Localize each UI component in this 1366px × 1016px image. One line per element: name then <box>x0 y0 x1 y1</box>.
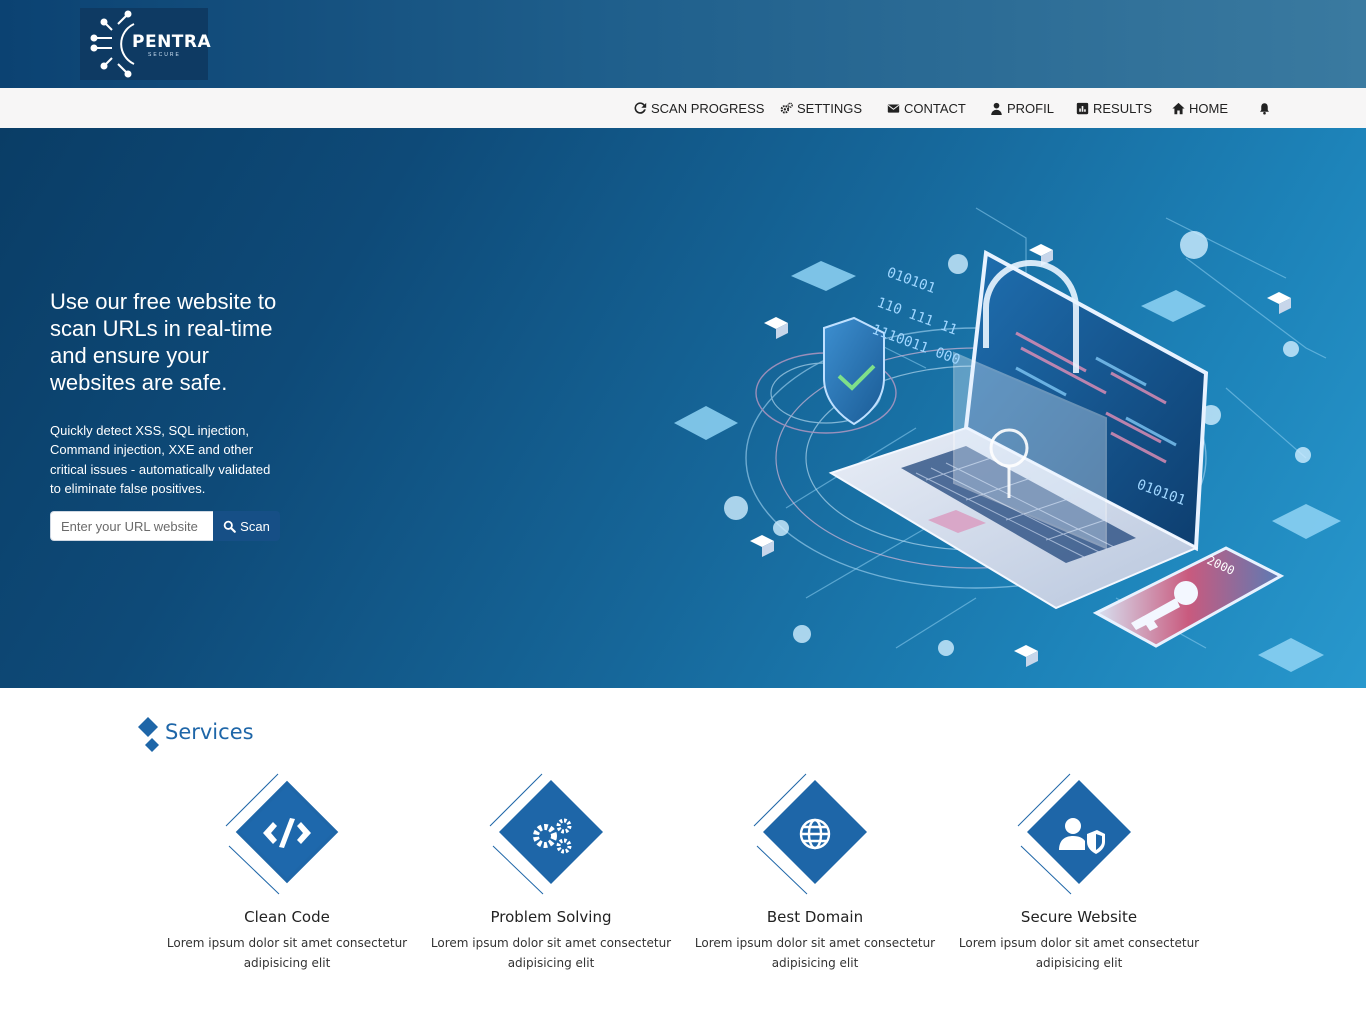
bell-icon <box>1260 102 1269 115</box>
service-text: Lorem ipsum dolor sit amet consectetur a… <box>694 936 936 970</box>
hero-section: Use our free website to scan URLs in rea… <box>0 128 1366 688</box>
service-text: Lorem ipsum dolor sit amet consectetur a… <box>430 936 672 970</box>
nav-contact[interactable]: CONTACT <box>887 88 966 128</box>
brand-name: PENTRA <box>132 32 212 52</box>
nav-scan-progress[interactable]: SCAN PROGRESS <box>634 88 764 128</box>
service-title: Clean Code <box>244 908 330 926</box>
security-illustration: 010101 110 111 11 1110011 000 010101 200… <box>674 207 1341 672</box>
service-title: Problem Solving <box>490 908 612 926</box>
service-card-secure-website[interactable]: Secure Website Lorem ipsum dolor sit ame… <box>947 770 1211 980</box>
service-diamond <box>1017 773 1131 895</box>
envelope-icon <box>887 103 900 113</box>
service-card-best-domain[interactable]: Best Domain Lorem ipsum dolor sit amet c… <box>683 770 947 980</box>
nav-label: HOME <box>1189 100 1228 116</box>
bar-chart-icon <box>1076 102 1089 114</box>
nav-label: SETTINGS <box>797 100 863 116</box>
url-search-input[interactable] <box>50 511 213 541</box>
gears-icon <box>780 102 793 114</box>
hero-description: Quickly detect XSS, SQL injection, Comma… <box>50 423 271 496</box>
main-navbar: SCAN PROGRESS SETTINGS CONTACT PROFIL RE… <box>0 88 1366 128</box>
home-icon <box>1172 102 1185 114</box>
brand-logo[interactable]: PENTRA SECURE <box>80 8 212 80</box>
service-text: Lorem ipsum dolor sit amet consectetur a… <box>958 936 1200 970</box>
nav-label: CONTACT <box>904 100 966 116</box>
scan-label: Scan <box>240 518 270 534</box>
top-header: PENTRA SECURE <box>0 0 1366 88</box>
nav-results[interactable]: RESULTS <box>1076 88 1152 128</box>
nav-home[interactable]: HOME <box>1172 88 1228 128</box>
services-heading: Services <box>165 720 254 744</box>
refresh-icon <box>634 101 647 114</box>
nav-profil[interactable]: PROFIL <box>990 88 1054 128</box>
search-icon <box>223 520 237 533</box>
service-title: Best Domain <box>766 908 864 926</box>
notifications-button[interactable] <box>1258 88 1271 128</box>
services-logo-icon <box>138 717 159 752</box>
service-card-clean-code[interactable]: Clean Code Lorem ipsum dolor sit amet co… <box>155 770 419 980</box>
nav-label: RESULTS <box>1093 100 1152 116</box>
service-diamond <box>753 773 867 895</box>
service-text: Lorem ipsum dolor sit amet consectetur a… <box>166 936 408 970</box>
user-icon <box>991 102 1002 115</box>
service-title: Secure Website <box>1020 908 1138 926</box>
nav-settings[interactable]: SETTINGS <box>780 88 862 128</box>
scan-button[interactable]: Scan <box>213 511 280 541</box>
service-card-problem-solving[interactable]: Problem Solving Lorem ipsum dolor sit am… <box>419 770 683 980</box>
binary-text: 010101 <box>885 265 938 297</box>
hero-title: Use our free website to scan URLs in rea… <box>50 289 277 395</box>
service-diamond <box>225 773 340 895</box>
nav-label: SCAN PROGRESS <box>651 100 765 116</box>
nav-label: PROFIL <box>1007 100 1054 116</box>
circuit-logo-icon <box>90 10 135 78</box>
service-diamond <box>489 773 603 895</box>
brand-tagline: SECURE <box>148 52 181 58</box>
